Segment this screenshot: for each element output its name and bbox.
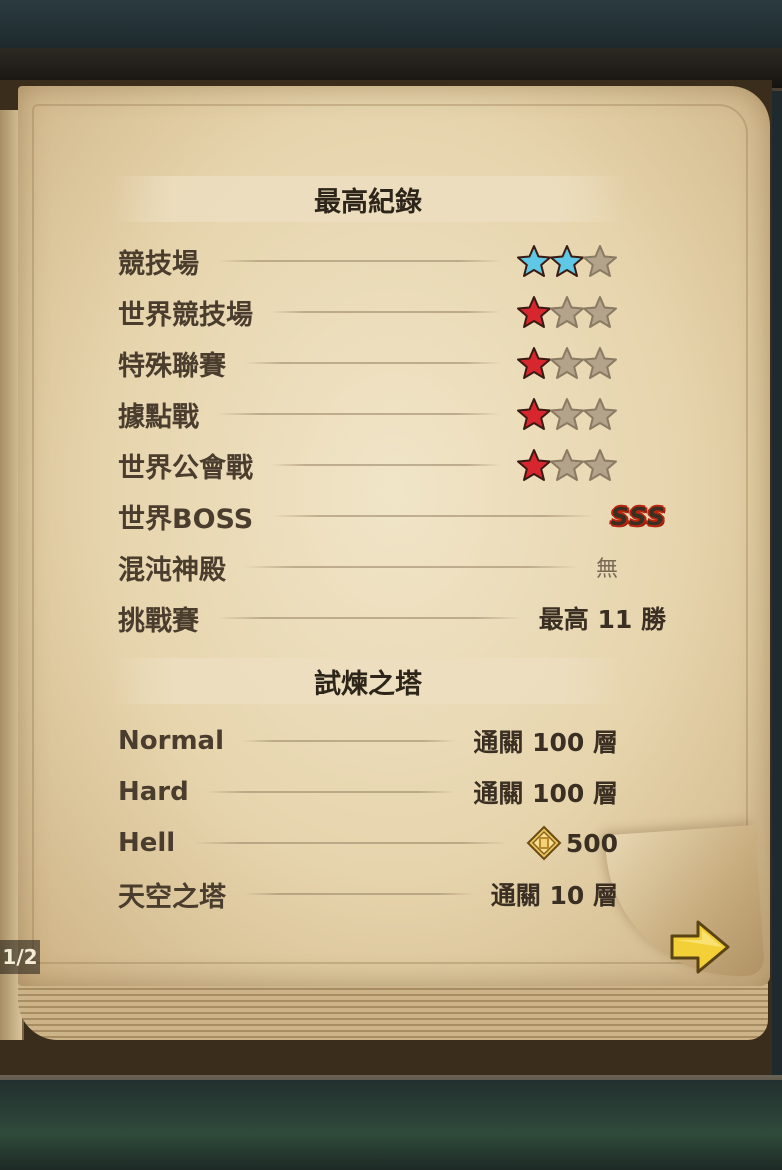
star-rating [517,346,618,380]
record-label: 世界公會戰 [118,452,253,484]
record-label: 特殊聯賽 [118,350,226,382]
tower-value: 通關 100 層 [473,728,618,757]
page-indicator: 1/2 [0,940,40,974]
tower-row-sky: 天空之塔 通關 10 層 [118,869,618,919]
record-value: 無 [595,557,618,582]
row-divider [244,362,501,364]
star-empty-icon [550,296,584,328]
records-header: 最高紀錄 [112,176,624,222]
row-divider [244,566,578,568]
star-filled-icon [517,245,551,277]
star-empty-icon [550,449,584,481]
tower-value: 通關 100 層 [473,779,618,808]
row-divider [206,791,456,793]
tower-value: 通關 10 層 [490,881,618,910]
record-row-world-boss: 世界BOSS SSS [118,491,666,541]
star-filled-icon [550,245,584,277]
record-label: 競技場 [118,248,199,280]
record-label: 挑戰賽 [118,605,199,637]
star-empty-icon [583,347,617,379]
row-divider [271,515,593,517]
tower-label: Normal [118,726,224,756]
row-divider [244,893,473,895]
background-bottom [0,1080,782,1170]
star-empty-icon [550,398,584,430]
row-divider [217,617,521,619]
star-rating [517,295,618,329]
tower-row-hell: Hell 500 [118,818,618,868]
tower-label: 天空之塔 [118,881,226,913]
tower-header: 試煉之塔 [112,658,624,704]
star-rating [517,448,618,482]
star-filled-icon [517,398,551,430]
record-label: 世界競技場 [118,299,253,331]
star-empty-icon [583,245,617,277]
sss-rank-badge: SSS [610,501,666,531]
record-row-world-guild-war: 世界公會戰 [118,440,618,490]
star-rating [517,244,618,278]
record-label: 混沌神殿 [118,554,226,586]
row-divider [217,260,501,262]
row-divider [271,311,501,313]
record-value: 最高 11 勝 [538,605,666,634]
tower-value-hell: 500 [526,825,618,861]
tower-label: Hard [118,777,189,807]
star-empty-icon [583,296,617,328]
record-row-world-arena: 世界競技場 [118,287,618,337]
star-empty-icon [550,347,584,379]
record-label: 世界BOSS [118,503,254,535]
tower-label: Hell [118,828,176,858]
star-empty-icon [583,449,617,481]
row-divider [217,413,501,415]
row-divider [242,740,456,742]
record-row-stronghold-war: 據點戰 [118,389,618,439]
row-divider [193,842,508,844]
record-row-challenge: 挑戰賽 最高 11 勝 [118,593,666,643]
star-rating [517,397,618,431]
hell-score: 500 [565,828,618,858]
record-row-chaos-temple: 混沌神殿 無 [118,542,618,592]
record-row-special-league: 特殊聯賽 [118,338,618,388]
star-empty-icon [583,398,617,430]
record-label: 據點戰 [118,401,199,433]
tower-row-hard: Hard 通關 100 層 [118,767,618,817]
tower-row-normal: Normal 通關 100 層 [118,716,618,766]
row-divider [271,464,501,466]
medal-icon [526,825,562,861]
star-filled-icon [517,449,551,481]
star-filled-icon [517,296,551,328]
record-row-arena: 競技場 [118,236,618,286]
next-page-arrow-icon[interactable] [668,918,732,976]
star-filled-icon [517,347,551,379]
